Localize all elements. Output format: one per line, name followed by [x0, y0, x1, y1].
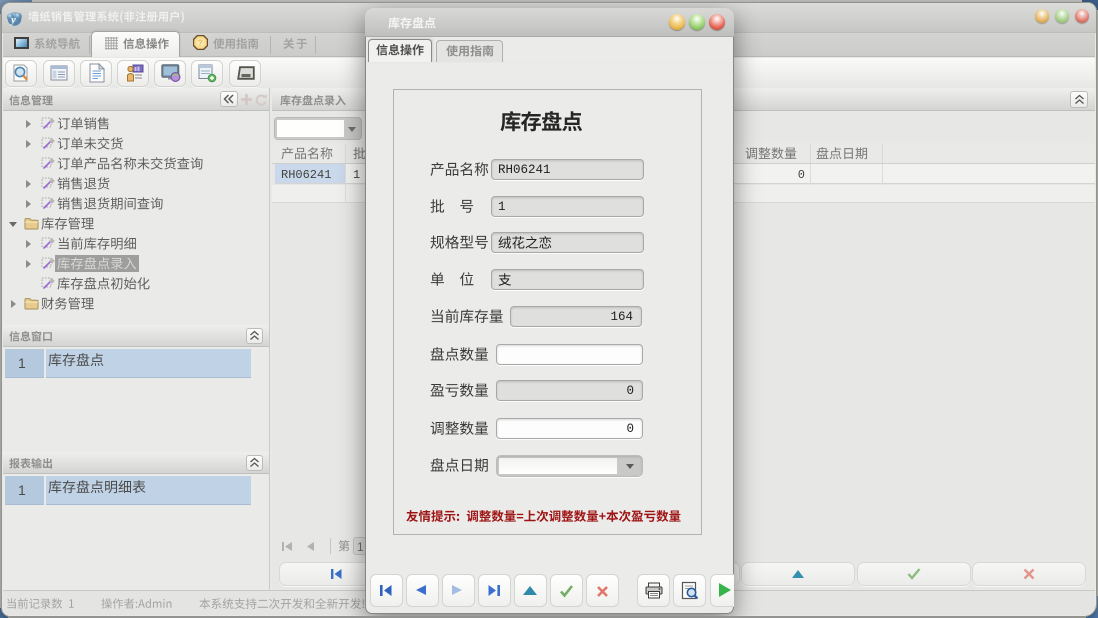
- svg-text:?: ?: [198, 38, 204, 48]
- svg-text:y: y: [9, 14, 16, 26]
